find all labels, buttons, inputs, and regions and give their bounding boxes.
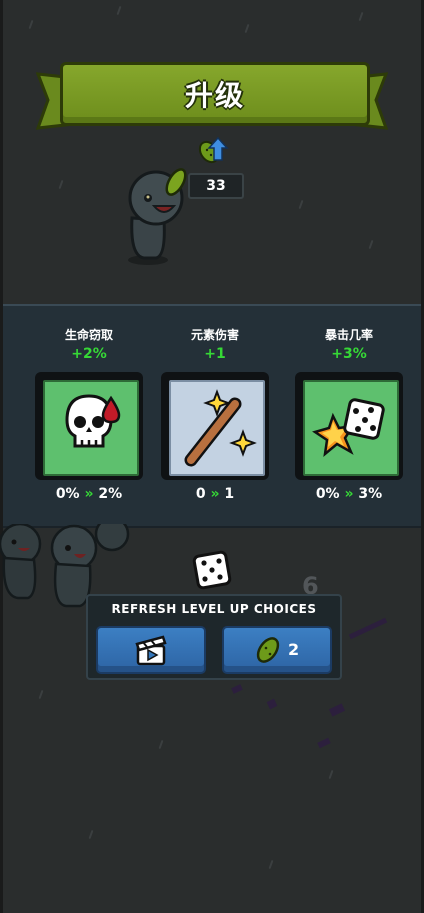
- video-ad-icon: [135, 635, 167, 666]
- choice-bonus: +1: [204, 346, 226, 362]
- banner-plate: 升级: [60, 62, 370, 126]
- rain-streak: [368, 239, 374, 250]
- dice-icon: [192, 550, 232, 590]
- debris-shard: [348, 617, 388, 640]
- choice-name: 暴击几率: [324, 328, 373, 342]
- rain-streak: [358, 11, 364, 22]
- rain-streak: [244, 23, 250, 34]
- magic-wand-icon: [184, 389, 257, 467]
- choice-bonus: +2%: [71, 346, 107, 362]
- rain-streak: [268, 859, 274, 870]
- choice-card[interactable]: [295, 372, 403, 480]
- stat-from: 0: [195, 486, 206, 502]
- refresh-ad-button[interactable]: [96, 626, 206, 674]
- rain-streak: [38, 689, 44, 700]
- choice-elemental-damage[interactable]: 元素伤害 +1 0 » 1: [155, 306, 275, 526]
- choice-bonus: +3%: [331, 346, 367, 362]
- choice-change: 0% » 3%: [289, 486, 409, 502]
- debris-shard: [266, 698, 278, 710]
- level-up-choices-panel: 生命窃取 +2% 0% » 2% 元素伤害 +1 0 » 1 暴击几率 +3% …: [3, 304, 421, 528]
- refresh-title: REFRESH LEVEL UP CHOICES: [111, 602, 317, 616]
- refresh-cost: 2: [288, 640, 300, 659]
- refresh-choices-panel: REFRESH LEVEL UP CHOICES 2: [86, 594, 342, 680]
- game-screen: 升级 33 生命窃取 +2% 0% » 2% 元素伤害 +1 0 » 1 暴击几…: [0, 0, 424, 913]
- pickle-counter: 33: [188, 173, 244, 199]
- choice-lifesteal[interactable]: 生命窃取 +2% 0% » 2%: [29, 306, 149, 526]
- rain-streak: [28, 19, 34, 30]
- rain-streak: [88, 829, 94, 840]
- pickle-icon: [256, 637, 280, 663]
- rain-streak: [58, 179, 64, 190]
- rain-streak: [116, 5, 122, 16]
- debris-shard: [317, 737, 331, 749]
- stat-from: 0%: [315, 486, 340, 502]
- skull-blood-icon: [65, 394, 121, 448]
- level-up-banner: 升级: [36, 62, 388, 130]
- stat-to: 1: [224, 486, 235, 502]
- choice-change: 0 » 1: [155, 486, 275, 502]
- debris-shard: [328, 703, 346, 717]
- choice-crit-chance[interactable]: 暴击几率 +3% 0% » 3%: [289, 306, 409, 526]
- choice-card[interactable]: [35, 372, 143, 480]
- rain-streak: [298, 199, 304, 210]
- choice-card[interactable]: [161, 372, 269, 480]
- page-title: 升级: [184, 79, 245, 112]
- debris-shard: [231, 684, 243, 694]
- refresh-pickle-button[interactable]: 2: [222, 626, 332, 674]
- stat-to: 3%: [358, 486, 383, 502]
- choice-change: 0% » 2%: [29, 486, 149, 502]
- arrow-icon: »: [210, 486, 220, 502]
- choice-name: 生命窃取: [64, 328, 113, 342]
- arrow-icon: »: [344, 486, 354, 502]
- stat-from: 0%: [55, 486, 80, 502]
- crit-dice-icon: [312, 398, 385, 458]
- stat-to: 2%: [98, 486, 123, 502]
- choice-name: 元素伤害: [190, 328, 239, 342]
- rain-streak: [158, 739, 164, 750]
- rain-streak: [328, 769, 334, 780]
- arrow-icon: »: [84, 486, 94, 502]
